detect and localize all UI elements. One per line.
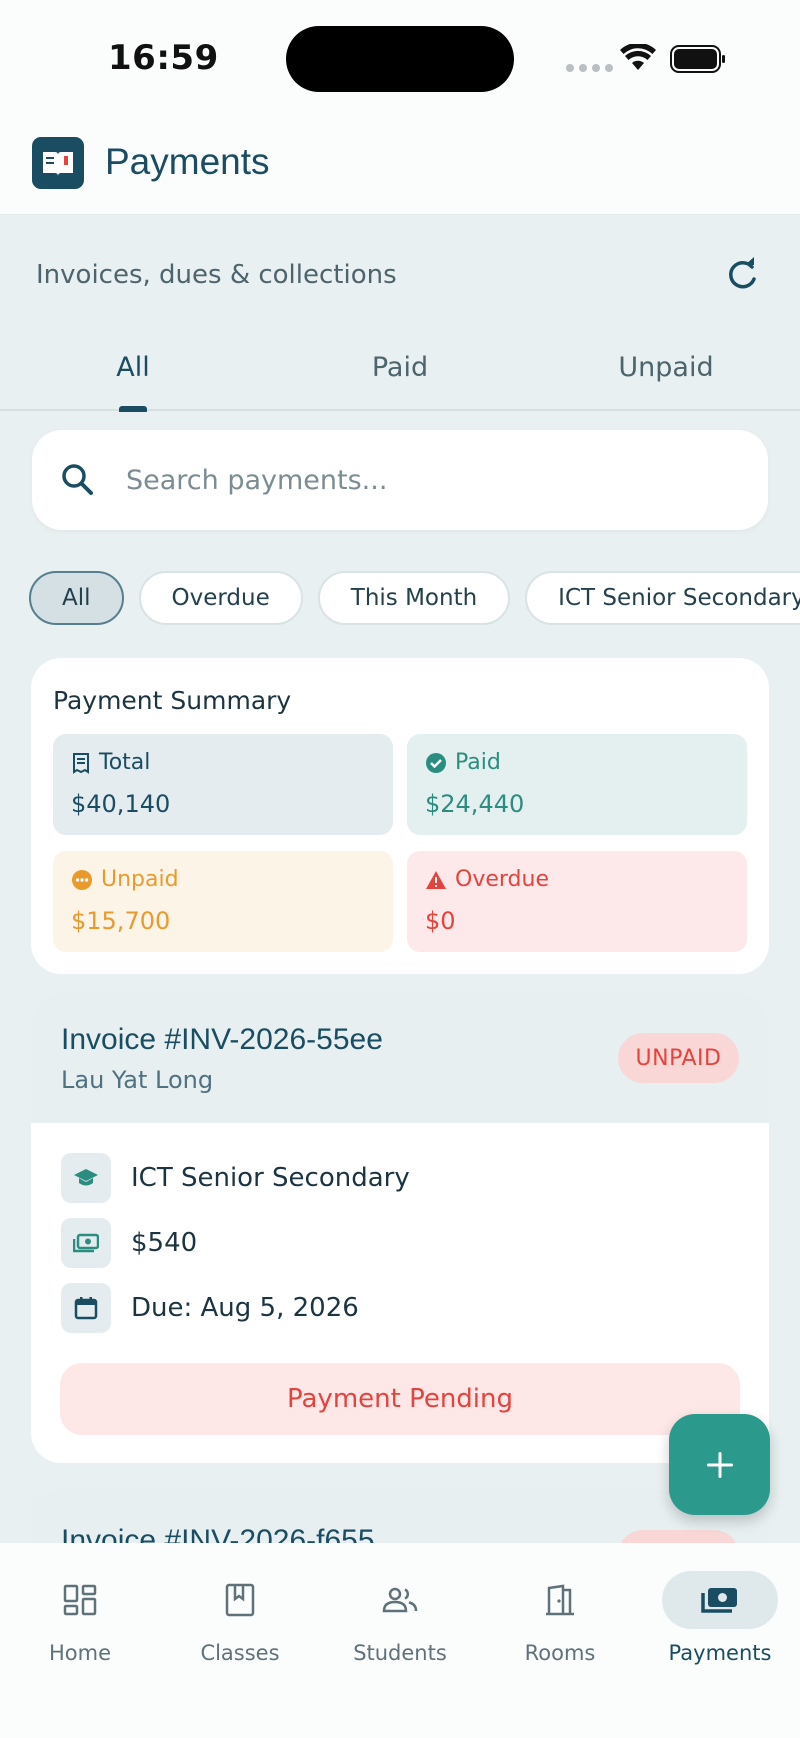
bottom-nav: Home Classes Students Rooms Payments <box>0 1543 800 1738</box>
invoice-due-date: Due: Aug 5, 2026 <box>131 1293 359 1323</box>
summary-total-label: Total <box>99 750 151 775</box>
summary-paid-tile: Paid $24,440 <box>407 734 747 835</box>
summary-paid-label: Paid <box>455 750 501 775</box>
invoice-card-header: Invoice #INV-2026-55ee Lau Yat Long UNPA… <box>31 993 769 1123</box>
payment-pending-button[interactable]: Payment Pending <box>60 1363 740 1435</box>
summary-total-value: $40,140 <box>71 790 171 818</box>
tab-paid[interactable]: Paid <box>300 352 500 383</box>
invoice-card[interactable]: Invoice #INV-2026-55ee Lau Yat Long UNPA… <box>31 993 769 1463</box>
money-icon <box>61 1218 111 1268</box>
pending-icon <box>72 869 92 890</box>
sub-header: Invoices, dues & collections All Paid Un… <box>0 215 800 412</box>
summary-paid-value: $24,440 <box>425 790 525 818</box>
filter-chip-all[interactable]: All <box>29 571 124 625</box>
plus-icon <box>706 1451 733 1478</box>
status-badge: UNPAID <box>618 1033 739 1083</box>
invoice-class-row: ICT Senior Secondary <box>61 1153 410 1203</box>
app-bar: Payments <box>0 120 800 215</box>
check-circle-icon <box>426 752 446 773</box>
filter-chip-overdue[interactable]: Overdue <box>138 571 303 625</box>
tab-unpaid[interactable]: Unpaid <box>566 352 766 383</box>
dynamic-island <box>286 26 514 92</box>
invoice-amount-row: $540 <box>61 1218 197 1268</box>
nav-label-home: Home <box>48 1641 111 1665</box>
summary-total-tile: Total $40,140 <box>53 734 393 835</box>
tab-all[interactable]: All <box>33 352 233 383</box>
status-bar: 16:59 <box>0 0 800 120</box>
search-icon <box>62 464 93 495</box>
nav-label-students: Students <box>353 1641 447 1665</box>
summary-overdue-tile: Overdue $0 <box>407 851 747 952</box>
page-title: Payments <box>105 141 270 182</box>
filter-chip-class[interactable]: ICT Senior Secondary <box>525 571 800 625</box>
door-icon <box>546 1584 574 1616</box>
search-bar[interactable] <box>32 430 768 530</box>
summary-unpaid-label: Unpaid <box>101 867 179 892</box>
receipt-icon <box>73 752 89 774</box>
people-icon <box>382 1587 418 1613</box>
battery-icon <box>670 45 725 73</box>
book-icon <box>225 1583 255 1617</box>
warning-icon <box>426 870 446 889</box>
page-subtitle: Invoices, dues & collections <box>36 260 397 290</box>
search-input[interactable] <box>126 430 726 530</box>
tab-indicator <box>119 406 147 412</box>
summary-overdue-label: Overdue <box>455 867 549 892</box>
payment-summary-card: Payment Summary Total $40,140 Paid $24,4… <box>31 658 769 974</box>
signal-icon <box>566 64 613 72</box>
invoice-amount: $540 <box>131 1228 198 1258</box>
invoice-student-name: Lau Yat Long <box>61 1066 214 1094</box>
refresh-icon[interactable] <box>722 255 762 295</box>
invoice-title: Invoice #INV-2026-55ee <box>61 1023 383 1056</box>
payments-icon <box>701 1588 737 1613</box>
wifi-icon <box>620 44 656 70</box>
invoice-class: ICT Senior Secondary <box>131 1163 410 1193</box>
summary-overdue-value: $0 <box>425 907 456 935</box>
nav-label-classes: Classes <box>200 1641 280 1665</box>
summary-title: Payment Summary <box>53 686 292 715</box>
filter-chips: All Overdue This Month ICT Senior Second… <box>29 571 800 625</box>
calendar-icon <box>61 1283 111 1333</box>
status-time: 16:59 <box>108 38 219 78</box>
nav-label-payments: Payments <box>668 1641 772 1665</box>
book-icon <box>32 137 84 189</box>
summary-unpaid-value: $15,700 <box>71 907 171 935</box>
graduation-cap-icon <box>61 1153 111 1203</box>
invoice-due-row: Due: Aug 5, 2026 <box>61 1283 359 1333</box>
summary-unpaid-tile: Unpaid $15,700 <box>53 851 393 952</box>
dashboard-icon <box>63 1584 97 1616</box>
nav-label-rooms: Rooms <box>524 1641 596 1665</box>
filter-chip-this-month[interactable]: This Month <box>317 571 511 625</box>
add-payment-button[interactable] <box>669 1414 770 1515</box>
